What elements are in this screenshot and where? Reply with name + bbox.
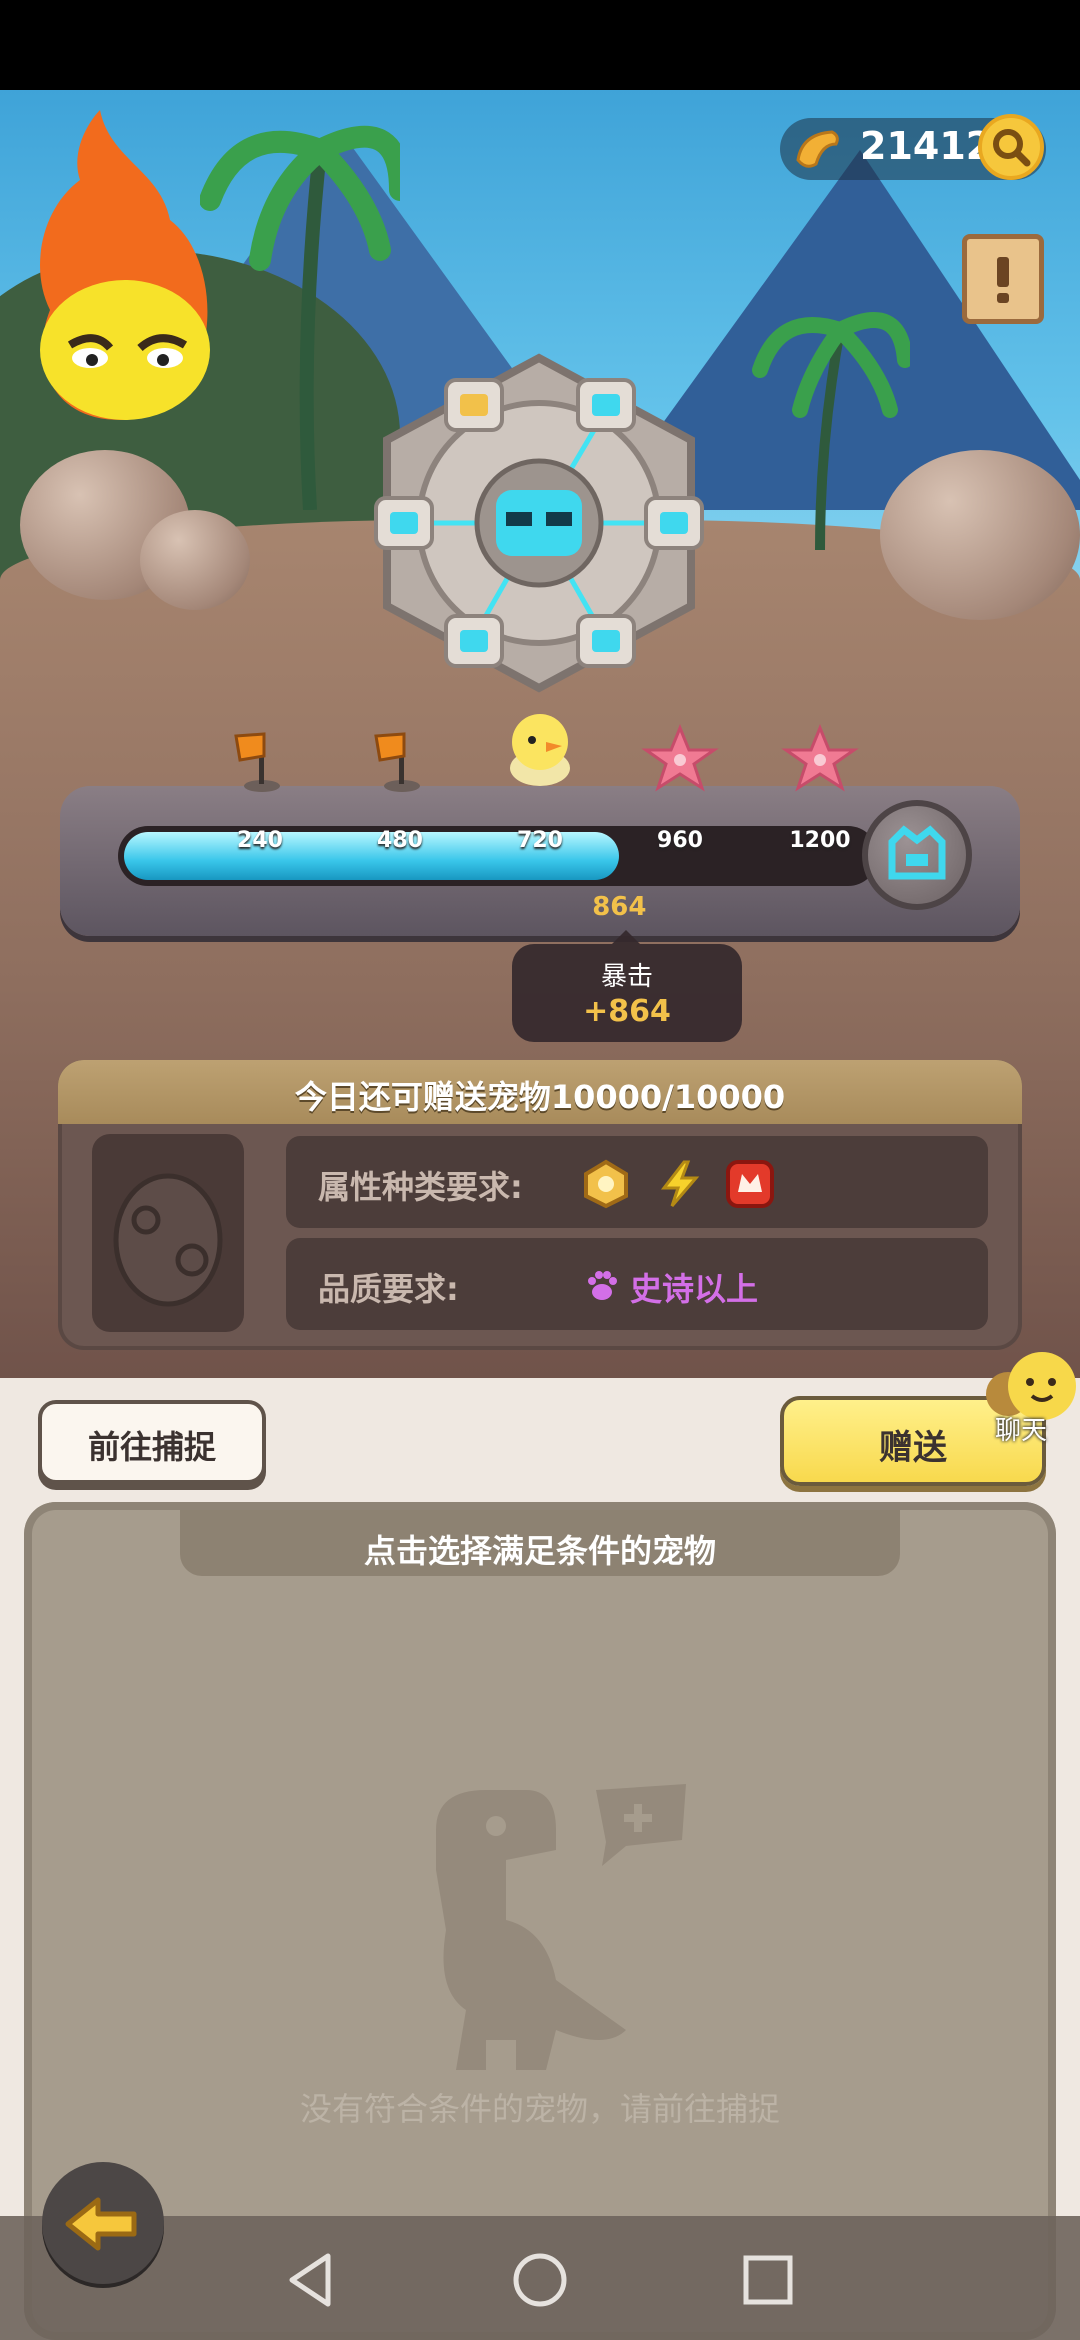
crit-title: 暴击 [600,962,653,992]
quest-scroll-button[interactable] [962,234,1044,324]
quality-requirement-label: 品质要求: [318,1270,459,1308]
milestone-reward-5[interactable] [780,724,859,794]
chat-label[interactable]: 聊天 [980,1410,1062,1447]
quality-requirement-value: 史诗以上 [630,1270,759,1308]
nav-recents-icon[interactable] [728,2240,808,2320]
fire-mascot[interactable] [10,100,230,430]
rune-chest-icon [888,825,946,880]
progress-tick-label: 240 [237,828,283,853]
bone-coin-icon [796,130,839,168]
crit-value: +864 [583,994,671,1029]
progress-tick-label: 1200 [789,828,851,853]
boulder [880,450,1080,620]
search-icon [993,129,1031,167]
final-reward-button[interactable] [862,800,972,910]
currency-amount: 21412 [860,124,993,168]
back-arrow-icon [65,2197,137,2251]
milestone-reward-2[interactable] [366,724,436,794]
starfish-icon [641,724,719,792]
tooltip-pointer [612,930,640,944]
type-requirement-label: 属性种类要求: [318,1168,523,1206]
flag-icon [374,732,420,792]
egg-icon [113,1173,223,1307]
progress-current-value: 864 [592,892,647,922]
dinosaur-placeholder-icon [436,1784,686,2070]
milestone-reward-3[interactable] [500,702,580,792]
search-button[interactable] [978,114,1044,180]
nav-home-icon[interactable] [500,2240,580,2320]
boulder [140,510,250,610]
fire-type-icon [726,1160,774,1208]
rune-wheel[interactable] [346,350,732,696]
progress-tick-label: 480 [377,828,423,853]
starfish-icon [781,724,859,792]
pet-list-header-text: 点击选择满足条件的宠物 [363,1532,716,1570]
gift-remaining-text: 今日还可赠送宠物10000/10000 [294,1078,786,1116]
chick-pet-icon [510,714,570,786]
earth-type-icon [584,1159,628,1209]
progress-tick-label: 960 [657,828,703,853]
quest-scroll-icon [997,257,1009,303]
nav-back-icon[interactable] [270,2240,350,2320]
back-button[interactable] [42,2162,164,2284]
status-bar [0,0,1080,90]
lightning-type-icon [660,1160,700,1207]
go-capture-label[interactable]: 前往捕捉 [38,1422,266,1468]
progress-tick-label: 720 [517,828,563,853]
paw-icon [588,1271,617,1300]
milestone-reward-4[interactable] [640,724,719,794]
milestone-reward-1[interactable] [226,724,296,794]
flag-icon [234,732,280,792]
empty-state-message: 没有符合条件的宠物，请前往捕捉 [299,2090,780,2128]
palm-tree [752,312,910,550]
